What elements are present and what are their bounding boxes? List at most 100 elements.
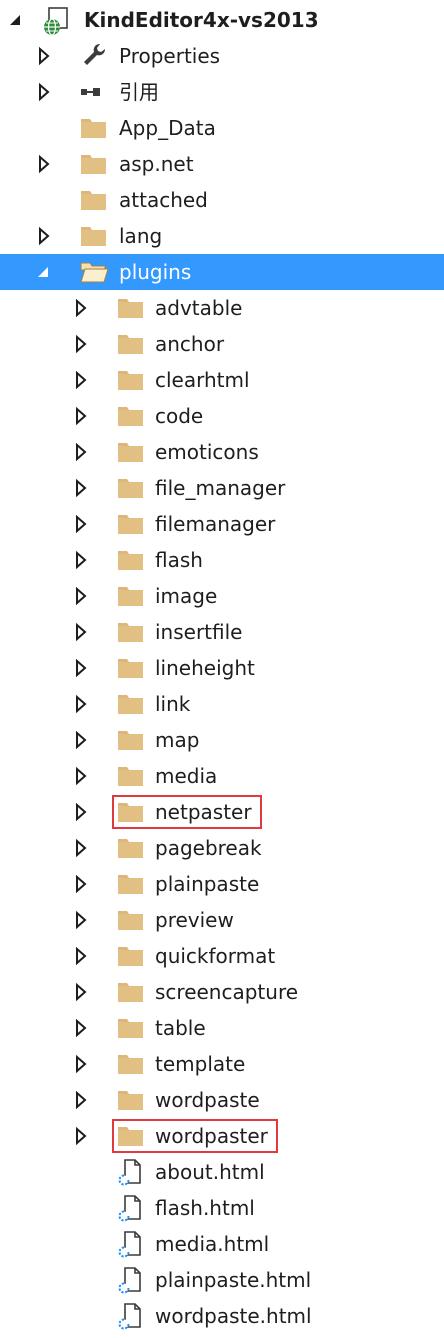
tree-item-emoticons[interactable]: emoticons xyxy=(0,434,444,470)
solution-explorer-tree: KindEditor4x-vs2013 Properties 引用 App_Dataa… xyxy=(0,0,444,1338)
tree-item-insertfile[interactable]: insertfile xyxy=(0,614,444,650)
tree-item-attached[interactable]: attached xyxy=(0,182,444,218)
folder-icon xyxy=(116,650,146,686)
tree-item-lang[interactable]: lang xyxy=(0,218,444,254)
tree-item-app-data[interactable]: App_Data xyxy=(0,110,444,146)
tree-item-advtable[interactable]: advtable xyxy=(0,290,444,326)
tree-item-image[interactable]: image xyxy=(0,578,444,614)
collapsed-arrow-icon[interactable] xyxy=(71,902,91,938)
tree-item-anchor[interactable]: anchor xyxy=(0,326,444,362)
tree-item-label: App_Data xyxy=(119,116,216,140)
folder-icon xyxy=(116,830,146,866)
project-root[interactable]: KindEditor4x-vs2013 xyxy=(0,2,444,38)
tree-item-plainpaste-html[interactable]: plainpaste.html xyxy=(0,1262,444,1298)
tree-item-map[interactable]: map xyxy=(0,722,444,758)
tree-item-label: plainpaste xyxy=(155,872,260,896)
collapsed-arrow-icon[interactable] xyxy=(71,686,91,722)
collapsed-arrow-icon[interactable] xyxy=(71,650,91,686)
tree-item-label: image xyxy=(155,584,218,608)
collapsed-arrow-icon[interactable] xyxy=(34,38,54,74)
folder-icon xyxy=(116,686,146,722)
collapsed-arrow-icon[interactable] xyxy=(71,974,91,1010)
folder-icon xyxy=(116,902,146,938)
folder-icon xyxy=(116,1046,146,1082)
collapsed-arrow-icon[interactable] xyxy=(71,506,91,542)
tree-item-label: flash.html xyxy=(155,1196,255,1220)
tree-item-label: pagebreak xyxy=(155,836,262,860)
tree-item-flash[interactable]: flash xyxy=(0,542,444,578)
tree-item-wordpaste-html[interactable]: wordpaste.html xyxy=(0,1298,444,1334)
tree-item-label: attached xyxy=(119,188,208,212)
red-highlight-box xyxy=(112,795,262,829)
tree-item-plainpaste[interactable]: plainpaste xyxy=(0,866,444,902)
tree-item-flash-html[interactable]: flash.html xyxy=(0,1190,444,1226)
tree-item-label: 引用 xyxy=(119,80,159,104)
expanded-arrow-icon[interactable] xyxy=(34,254,54,290)
tree-item-media[interactable]: media xyxy=(0,758,444,794)
folder-open-icon xyxy=(79,254,109,290)
folder-icon xyxy=(116,614,146,650)
collapsed-arrow-icon[interactable] xyxy=(71,830,91,866)
tree-item-label: flash xyxy=(155,548,203,572)
collapsed-arrow-icon[interactable] xyxy=(71,362,91,398)
collapsed-arrow-icon[interactable] xyxy=(71,290,91,326)
html-file-icon xyxy=(116,1190,146,1226)
collapsed-arrow-icon[interactable] xyxy=(71,326,91,362)
tree-item-label: code xyxy=(155,404,204,428)
tree-item-about-html[interactable]: about.html xyxy=(0,1154,444,1190)
tree-item-pagebreak[interactable]: pagebreak xyxy=(0,830,444,866)
tree-item-quickformat[interactable]: quickformat xyxy=(0,938,444,974)
collapsed-arrow-icon[interactable] xyxy=(71,794,91,830)
collapsed-arrow-icon[interactable] xyxy=(71,542,91,578)
collapsed-arrow-icon[interactable] xyxy=(71,398,91,434)
tree-item-link[interactable]: link xyxy=(0,686,444,722)
tree-item-preview[interactable]: preview xyxy=(0,902,444,938)
tree-item--[interactable]: 引用 xyxy=(0,74,444,110)
red-highlight-box xyxy=(112,1119,278,1153)
tree-item-properties[interactable]: Properties xyxy=(0,38,444,74)
tree-item-asp-net[interactable]: asp.net xyxy=(0,146,444,182)
html-file-icon xyxy=(116,1226,146,1262)
folder-icon xyxy=(116,362,146,398)
collapsed-arrow-icon[interactable] xyxy=(71,1010,91,1046)
collapsed-arrow-icon[interactable] xyxy=(71,614,91,650)
tree-item-template[interactable]: template xyxy=(0,1046,444,1082)
tree-item-filemanager[interactable]: filemanager xyxy=(0,506,444,542)
tree-item-screencapture[interactable]: screencapture xyxy=(0,974,444,1010)
collapsed-arrow-icon[interactable] xyxy=(71,722,91,758)
expanded-arrow-icon[interactable] xyxy=(6,2,26,38)
collapsed-arrow-icon[interactable] xyxy=(71,1118,91,1154)
collapsed-arrow-icon[interactable] xyxy=(71,758,91,794)
collapsed-arrow-icon[interactable] xyxy=(71,866,91,902)
tree-item-wordpaste[interactable]: wordpaste xyxy=(0,1082,444,1118)
tree-item-label: media.html xyxy=(155,1232,270,1256)
collapsed-arrow-icon[interactable] xyxy=(71,938,91,974)
collapsed-arrow-icon[interactable] xyxy=(34,146,54,182)
folder-icon xyxy=(116,290,146,326)
collapsed-arrow-icon[interactable] xyxy=(34,74,54,110)
tree-item-media-html[interactable]: media.html xyxy=(0,1226,444,1262)
tree-item-label: lang xyxy=(119,224,163,248)
collapsed-arrow-icon[interactable] xyxy=(71,470,91,506)
collapsed-arrow-icon[interactable] xyxy=(71,578,91,614)
tree-item-label: map xyxy=(155,728,200,752)
tree-item-file-manager[interactable]: file_manager xyxy=(0,470,444,506)
tree-item-label: lineheight xyxy=(155,656,255,680)
collapsed-arrow-icon[interactable] xyxy=(71,1046,91,1082)
tree-item-label: screencapture xyxy=(155,980,299,1004)
tree-item-label: KindEditor4x-vs2013 xyxy=(84,8,319,32)
tree-item-clearhtml[interactable]: clearhtml xyxy=(0,362,444,398)
tree-item-label: media xyxy=(155,764,218,788)
collapsed-arrow-icon[interactable] xyxy=(34,218,54,254)
tree-item-label: plainpaste.html xyxy=(155,1268,312,1292)
wrench-icon xyxy=(79,38,109,74)
tree-item-label: asp.net xyxy=(119,152,194,176)
folder-icon xyxy=(116,758,146,794)
collapsed-arrow-icon[interactable] xyxy=(71,434,91,470)
tree-item-plugins[interactable]: plugins xyxy=(0,254,444,290)
collapsed-arrow-icon[interactable] xyxy=(71,1082,91,1118)
tree-item-table[interactable]: table xyxy=(0,1010,444,1046)
tree-item-label: preview xyxy=(155,908,234,932)
tree-item-lineheight[interactable]: lineheight xyxy=(0,650,444,686)
tree-item-code[interactable]: code xyxy=(0,398,444,434)
